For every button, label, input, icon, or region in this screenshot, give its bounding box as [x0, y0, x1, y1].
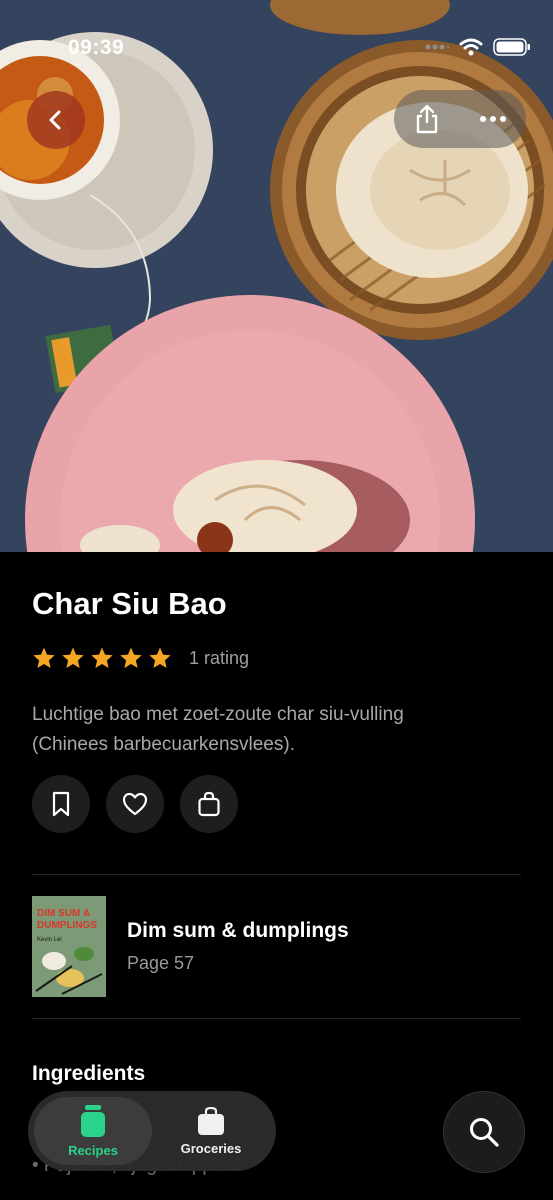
- book-cover-art: DIM SUM & DUMPLINGS Kevin Lei: [32, 896, 106, 997]
- star-icon: [33, 647, 55, 668]
- book-source[interactable]: DIM SUM & DUMPLINGS Kevin Lei Dim sum & …: [32, 896, 349, 997]
- recipe-hero-photo: [0, 0, 553, 552]
- tab-groceries[interactable]: Groceries: [152, 1097, 270, 1165]
- status-icons: [425, 38, 531, 56]
- signal-icon: [425, 44, 449, 50]
- tab-bar: Recipes Groceries: [28, 1091, 276, 1171]
- back-button[interactable]: [27, 91, 85, 149]
- tab-recipes[interactable]: Recipes: [34, 1097, 152, 1165]
- rating-count: 1 rating: [189, 647, 250, 668]
- svg-text:DUMPLINGS: DUMPLINGS: [37, 920, 97, 931]
- hero-food-illustration: [0, 0, 553, 552]
- share-icon: [416, 104, 438, 134]
- status-time: 09:39: [68, 36, 125, 59]
- rating-row[interactable]: 1 rating: [32, 646, 249, 670]
- hero-actions-group: [394, 90, 526, 148]
- book-cover: DIM SUM & DUMPLINGS Kevin Lei: [32, 896, 106, 997]
- more-button[interactable]: [460, 90, 526, 148]
- svg-text:DIM SUM &: DIM SUM &: [37, 908, 90, 919]
- book-page: Page 57: [127, 953, 195, 973]
- description-line: Luchtige bao met zoet-zoute char siu-vul…: [32, 704, 404, 725]
- star-icon: [149, 647, 171, 668]
- favorite-button[interactable]: [106, 775, 164, 833]
- more-icon: [480, 116, 506, 122]
- star-icon: [120, 647, 142, 668]
- tab-label: Groceries: [180, 1140, 242, 1156]
- shopping-bag-icon: [198, 1106, 224, 1135]
- divider: [32, 874, 521, 875]
- search-button[interactable]: [443, 1091, 525, 1173]
- recipe-actions: [32, 775, 238, 833]
- bookmark-button[interactable]: [32, 775, 90, 833]
- recipe-description: Luchtige bao met zoet-zoute char siu-vul…: [32, 700, 522, 760]
- tab-label: Recipes: [68, 1142, 118, 1158]
- share-button[interactable]: [394, 90, 460, 148]
- svg-text:Kevin Lei: Kevin Lei: [37, 937, 62, 943]
- battery-icon: [493, 38, 530, 56]
- search-icon: [470, 1118, 499, 1147]
- description-line: (Chinees barbecuarkensvlees).: [32, 734, 295, 755]
- wifi-icon: [459, 38, 483, 56]
- star-icon: [62, 647, 84, 668]
- star-icon: [91, 647, 113, 668]
- heart-icon: [122, 792, 148, 816]
- add-to-groceries-button[interactable]: [180, 775, 238, 833]
- ingredients-heading: Ingredients: [32, 1062, 146, 1085]
- shopping-bag-icon: [198, 791, 220, 817]
- book-info: Dim sum & dumplings Page 57: [127, 919, 349, 974]
- recipe-title: Char Siu Bao: [32, 586, 227, 621]
- bookmark-icon: [52, 791, 70, 817]
- book-title: Dim sum & dumplings: [127, 919, 349, 942]
- chevron-left-icon: [49, 110, 61, 130]
- jar-icon: [81, 1104, 105, 1137]
- divider: [32, 1018, 521, 1019]
